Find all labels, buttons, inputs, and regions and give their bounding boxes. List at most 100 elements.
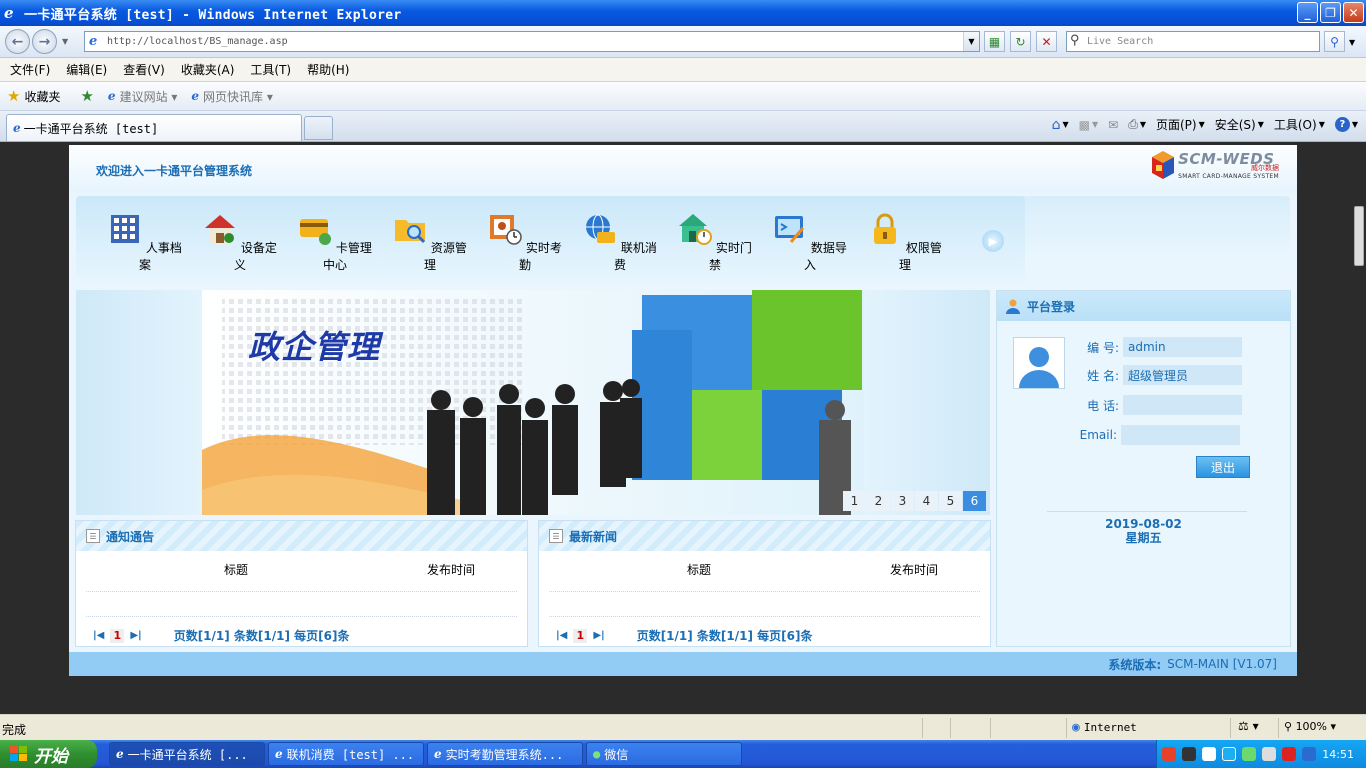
compat-view-icon[interactable]: ▦: [984, 31, 1005, 52]
main-nav-items: 人事档案 设备定义 卡管理中心 资源管理 实时考勤 联机消费 实时门禁 数据导入…: [76, 196, 1025, 285]
app-header: 欢迎进入一卡通平台管理系统 SCM-WEDS 威尔数据 SMART CARD-M…: [69, 145, 1297, 193]
status-text: 完成: [2, 723, 27, 737]
sogou-icon[interactable]: [1162, 747, 1177, 761]
banner-page-1[interactable]: 1: [843, 491, 866, 511]
new-tab-button[interactable]: [304, 116, 333, 140]
name-field[interactable]: 超级管理员: [1123, 365, 1242, 385]
print-button[interactable]: ⎙ ▼: [1128, 117, 1146, 132]
forward-button[interactable]: →: [32, 29, 57, 54]
home-button[interactable]: ⌂ ▼: [1052, 117, 1069, 133]
protected-mode-icon[interactable]: ⚖ ▾: [1238, 719, 1259, 733]
banner-page-6[interactable]: 6: [963, 491, 986, 511]
search-go-icon[interactable]: ⚲: [1324, 31, 1345, 52]
mail-button[interactable]: ✉: [1108, 118, 1118, 132]
favorites-button[interactable]: 收藏夹: [24, 88, 60, 105]
menu-edit[interactable]: 编辑(E): [66, 61, 107, 78]
maximize-button[interactable]: ❐: [1320, 2, 1341, 23]
task-item-attendance[interactable]: e 实时考勤管理系统...: [427, 742, 583, 766]
divider: [549, 591, 980, 592]
menu-view[interactable]: 查看(V): [123, 61, 165, 78]
volume-icon[interactable]: [1202, 747, 1217, 761]
window-title: 一卡通平台系统 [test] - Windows Internet Explor…: [24, 7, 402, 23]
refresh-icon[interactable]: ↻: [1010, 31, 1031, 52]
browser-viewport: 欢迎进入一卡通平台管理系统 SCM-WEDS 威尔数据 SMART CARD-M…: [0, 142, 1366, 714]
divider: [1047, 511, 1247, 512]
address-dropdown-icon[interactable]: ▼: [963, 32, 979, 51]
wechat-tray-icon[interactable]: [1242, 747, 1257, 761]
nav-card-center[interactable]: 卡管理中心: [295, 212, 375, 273]
nav-personnel[interactable]: 人事档案: [105, 212, 185, 273]
news-title: 最新新闻: [569, 529, 618, 544]
tools-menu[interactable]: 工具(O) ▼: [1274, 116, 1325, 133]
email-field[interactable]: [1121, 425, 1240, 445]
banner-page-5[interactable]: 5: [939, 491, 962, 511]
stop-icon[interactable]: ✕: [1036, 31, 1057, 52]
nav-device[interactable]: 设备定义: [200, 212, 280, 273]
brand-tagline: SMART CARD-MANAGE SYSTEM: [1178, 172, 1279, 180]
phone-field[interactable]: [1123, 395, 1242, 415]
first-page-icon[interactable]: |◀: [93, 630, 104, 641]
network-icon[interactable]: [1222, 747, 1237, 761]
favorites-star-icon[interactable]: ★: [7, 87, 20, 105]
web-slice-gallery-link[interactable]: e 网页快讯库 ▾: [191, 88, 272, 105]
history-dropdown-icon[interactable]: ▼: [62, 37, 68, 46]
page-menu[interactable]: 页面(P) ▼: [1156, 116, 1205, 133]
nav-door[interactable]: 实时门禁: [675, 212, 755, 273]
close-button[interactable]: ✕: [1343, 2, 1364, 23]
search-input[interactable]: ⚲ Live Search: [1066, 31, 1320, 52]
menu-favorites[interactable]: 收藏夹(A): [181, 61, 235, 78]
brand-logo: SCM-WEDS 威尔数据 SMART CARD-MANAGE SYSTEM: [1150, 149, 1279, 181]
news-panel: ☰ 最新新闻 标题 发布时间 |◀ 1 ▶| 页数[1/1] 条数[1/1] 每…: [538, 520, 991, 647]
minimize-button[interactable]: _: [1297, 2, 1318, 23]
banner-page-4[interactable]: 4: [915, 491, 938, 511]
nav-attendance[interactable]: 实时考勤: [485, 212, 565, 273]
feeds-button[interactable]: ▩ ▼: [1079, 118, 1099, 132]
search-options-icon[interactable]: ▼: [1349, 38, 1355, 47]
vertical-scrollbar[interactable]: [1352, 142, 1366, 714]
task-item-consume[interactable]: e 联机消费 [test] ...: [268, 742, 424, 766]
banner-page-2[interactable]: 2: [867, 491, 890, 511]
menu-file[interactable]: 文件(F): [10, 61, 50, 78]
divider: [950, 718, 951, 738]
search-placeholder: Live Search: [1087, 36, 1154, 47]
network-status-icon[interactable]: [1262, 747, 1277, 761]
nav-consume[interactable]: 联机消费: [580, 212, 660, 273]
task-item-wechat[interactable]: ● 微信: [586, 742, 742, 766]
last-page-icon[interactable]: ▶|: [593, 630, 604, 641]
current-page[interactable]: 1: [573, 628, 588, 643]
version-label: 系统版本:: [1108, 657, 1162, 672]
add-favorite-icon[interactable]: ★: [80, 87, 93, 105]
scrollbar-thumb[interactable]: [1354, 206, 1364, 266]
security-zone[interactable]: ◉ Internet: [1072, 720, 1137, 735]
nav-import[interactable]: 数据导入: [770, 212, 850, 273]
logout-button[interactable]: 退出: [1196, 456, 1250, 478]
task-item-platform[interactable]: e 一卡通平台系统 [...: [109, 742, 265, 766]
menu-tools[interactable]: 工具(T): [250, 61, 291, 78]
search-icon: ⚲: [1070, 33, 1080, 48]
notice-col-time: 发布时间: [427, 563, 476, 577]
address-bar[interactable]: e http://localhost/BS_manage.asp ▼: [84, 31, 980, 52]
help-button[interactable]: ? ▼: [1334, 117, 1358, 132]
nav-next-button[interactable]: ▶: [982, 230, 1004, 252]
address-url[interactable]: http://localhost/BS_manage.asp: [107, 36, 288, 47]
help-tray-icon[interactable]: [1182, 747, 1197, 761]
back-button[interactable]: ←: [5, 29, 30, 54]
zoom-control[interactable]: ⚲ 100% ▾: [1284, 720, 1336, 733]
first-page-icon[interactable]: |◀: [556, 630, 567, 641]
menu-help[interactable]: 帮助(H): [307, 61, 349, 78]
last-page-icon[interactable]: ▶|: [130, 630, 141, 641]
antivirus-icon[interactable]: [1282, 747, 1297, 761]
suggested-sites-link[interactable]: e 建议网站 ▾: [108, 88, 177, 105]
nav-permission[interactable]: 权限管理: [865, 212, 945, 273]
current-page[interactable]: 1: [110, 628, 125, 643]
security-center-icon[interactable]: [1302, 747, 1317, 761]
news-col-title: 标题: [687, 563, 712, 577]
nav-resource[interactable]: 资源管理: [390, 212, 470, 273]
banner-page-3[interactable]: 3: [891, 491, 914, 511]
safety-menu[interactable]: 安全(S) ▼: [1215, 116, 1264, 133]
tab-active[interactable]: e 一卡通平台系统 [test]: [6, 114, 302, 141]
tab-title: 一卡通平台系统 [test]: [23, 121, 159, 136]
id-field[interactable]: admin: [1123, 337, 1242, 357]
news-table-header: 标题 发布时间: [539, 561, 990, 579]
start-button[interactable]: 开始: [0, 740, 97, 768]
